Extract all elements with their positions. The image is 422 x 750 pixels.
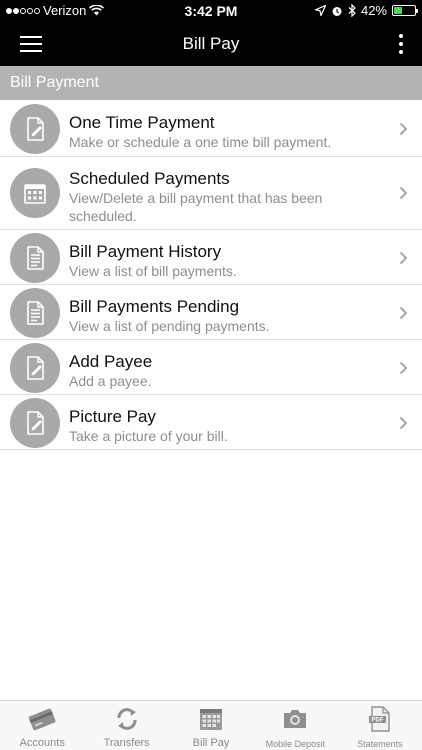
section-header: Bill Payment (0, 66, 422, 100)
chevron-right-icon (399, 306, 408, 320)
transfer-arrows-icon (117, 708, 137, 730)
document-list-icon (10, 233, 60, 283)
location-arrow-icon (314, 5, 326, 16)
chevron-right-icon (399, 122, 408, 136)
list-item-bill-payments-pending[interactable]: Bill Payments Pending View a list of pen… (0, 285, 422, 340)
list-item-title: One Time Payment (69, 113, 215, 132)
list-item-scheduled-payments[interactable]: Scheduled Payments View/Delete a bill pa… (0, 157, 422, 230)
list-item-subtitle: View/Delete a bill payment that has been… (69, 190, 323, 224)
list-item-title: Bill Payments Pending (69, 297, 240, 316)
status-bar: Verizon 3:42 PM 42% (0, 0, 422, 22)
list-item-subtitle: View a list of pending payments. (69, 318, 270, 334)
tab-label: Transfers (103, 737, 150, 749)
nav-bar: Bill Pay (0, 22, 422, 66)
list-item-subtitle: Make or schedule a one time bill payment… (69, 134, 332, 150)
vertical-dots-icon[interactable] (398, 34, 404, 54)
svg-text:PDF: PDF (371, 718, 383, 724)
tab-label: Statements (357, 739, 403, 749)
list-item-picture-pay[interactable]: Picture Pay Take a picture of your bill. (0, 395, 422, 450)
list-item-add-payee[interactable]: Add Payee Add a payee. (0, 340, 422, 395)
alarm-icon (332, 6, 342, 16)
battery-level (394, 7, 403, 14)
document-pen-icon (10, 343, 60, 393)
camera-icon (284, 710, 307, 728)
document-pen-icon (10, 398, 60, 448)
tab-label: Accounts (19, 737, 65, 749)
bill-payment-list: One Time Payment Make or schedule a one … (0, 101, 422, 450)
list-item-title: Add Payee (69, 352, 153, 371)
battery-percent: 42% (360, 3, 387, 18)
chevron-right-icon (399, 361, 408, 375)
tab-label: Mobile Deposit (265, 739, 326, 749)
chevron-right-icon (399, 251, 408, 265)
list-item-bill-payment-history[interactable]: Bill Payment History View a list of bill… (0, 230, 422, 285)
list-item-subtitle: View a list of bill payments. (69, 263, 237, 279)
chevron-right-icon (399, 416, 408, 430)
status-right: 42% (314, 3, 418, 18)
list-item-title: Bill Payment History (69, 242, 222, 261)
list-item-title: Picture Pay (69, 407, 156, 426)
calendar-icon (10, 168, 60, 218)
calendar-icon (200, 709, 223, 730)
tab-statements[interactable]: PDF Statements (338, 701, 422, 750)
tab-bill-pay[interactable]: Bill Pay (169, 701, 253, 750)
chevron-right-icon (399, 186, 408, 200)
page-title: Bill Pay (182, 34, 240, 53)
list-item-one-time-payment[interactable]: One Time Payment Make or schedule a one … (0, 101, 422, 157)
list-item-title: Scheduled Payments (69, 169, 230, 188)
bluetooth-icon (348, 4, 356, 17)
pdf-icon: PDF (368, 706, 390, 732)
list-item-subtitle: Add a payee. (69, 373, 152, 389)
tab-bar: Accounts Transfers Bill Pay Mobile Depos… (0, 700, 422, 750)
tab-mobile-deposit[interactable]: Mobile Deposit (253, 701, 337, 750)
tab-accounts[interactable]: Accounts (0, 701, 84, 750)
card-icon (29, 708, 56, 731)
tab-transfers[interactable]: Transfers (84, 701, 168, 750)
document-pen-icon (10, 104, 60, 154)
tab-label: Bill Pay (192, 737, 230, 749)
list-item-subtitle: Take a picture of your bill. (69, 428, 228, 444)
battery-icon (392, 5, 418, 16)
document-list-icon (10, 288, 60, 338)
